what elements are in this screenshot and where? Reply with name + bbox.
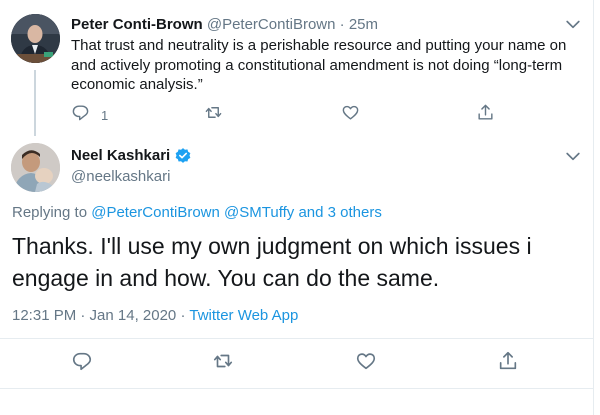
mention-link[interactable]: @SMTuffy — [224, 204, 294, 221]
share-icon — [497, 350, 519, 377]
author-name-row: Neel Kashkari — [71, 146, 192, 166]
meta-separator: · — [180, 307, 186, 324]
avatar[interactable] — [11, 143, 60, 192]
author-handle[interactable]: @neelkashkari — [71, 167, 170, 187]
header-separator: · — [339, 16, 345, 33]
mention-link[interactable]: @PeterContiBrown — [91, 204, 220, 221]
author-name[interactable]: Peter Conti-Brown — [71, 16, 203, 33]
chevron-down-icon[interactable] — [563, 146, 583, 166]
main-tweet-actions — [0, 350, 594, 377]
parent-tweet-text: That trust and neutrality is a perishabl… — [71, 37, 567, 93]
tweet-time[interactable]: 25m — [349, 16, 378, 33]
tweet-meta: 12:31 PM · Jan 14, 2020 · Twitter Web Ap… — [12, 306, 298, 326]
replying-to-line: Replying to @PeterContiBrown @SMTuffy an… — [12, 203, 382, 223]
parent-tweet[interactable]: Peter Conti-Brown @PeterContiBrown · 25m… — [0, 0, 594, 137]
divider — [0, 338, 594, 339]
retweet-button[interactable] — [212, 352, 234, 374]
divider — [0, 388, 594, 389]
reply-button[interactable] — [71, 352, 93, 374]
like-icon — [341, 103, 360, 127]
share-button[interactable] — [497, 350, 519, 377]
tweet-text: Thanks. I'll use my own judgment on whic… — [12, 233, 532, 291]
retweet-icon — [204, 103, 223, 127]
verified-badge-icon — [174, 147, 192, 165]
others-link[interactable]: 3 others — [328, 204, 382, 221]
avatar[interactable] — [11, 14, 60, 63]
parent-tweet-header: Peter Conti-Brown @PeterContiBrown · 25m — [71, 15, 378, 35]
replying-and[interactable]: and — [298, 204, 323, 221]
chevron-down-icon[interactable] — [563, 14, 583, 34]
source-link[interactable]: Twitter Web App — [189, 307, 298, 324]
reply-button[interactable]: 1 — [71, 104, 108, 126]
author-handle[interactable]: @PeterContiBrown — [207, 16, 336, 33]
reply-icon — [71, 103, 90, 127]
retweet-button[interactable] — [204, 104, 223, 126]
share-button[interactable] — [476, 104, 495, 126]
like-button[interactable] — [341, 104, 360, 126]
author-name[interactable]: Neel Kashkari — [71, 146, 170, 166]
parent-tweet-actions: 1 — [71, 104, 511, 126]
reply-count: 1 — [101, 107, 109, 123]
reply-icon — [71, 350, 93, 377]
replying-prefix: Replying to — [12, 204, 88, 221]
avatar-photo — [11, 14, 60, 63]
share-icon — [476, 103, 495, 127]
tweet-timestamp[interactable]: 12:31 PM · Jan 14, 2020 — [12, 307, 176, 324]
thread-connector-line — [34, 70, 36, 136]
like-icon — [355, 350, 377, 377]
avatar-photo — [11, 143, 60, 192]
retweet-icon — [212, 350, 234, 377]
like-button[interactable] — [355, 352, 377, 374]
